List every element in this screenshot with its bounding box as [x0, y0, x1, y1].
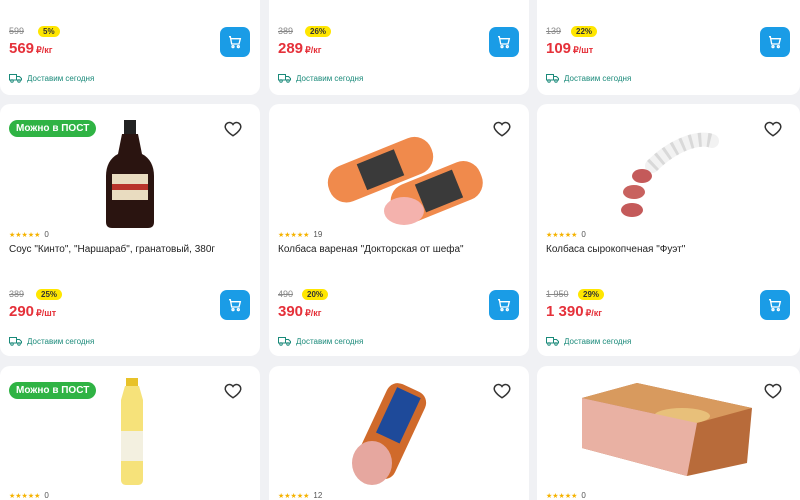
- add-to-cart-button[interactable]: [489, 290, 519, 320]
- rating: ★★★★★ 19: [278, 230, 323, 239]
- post-badge: Можно в ПОСТ: [9, 382, 97, 399]
- delivery-info: Доставим сегодня: [278, 73, 363, 83]
- truck-icon: [546, 74, 559, 83]
- add-to-cart-button[interactable]: [760, 27, 790, 57]
- stars-icon: ★★★★★: [278, 231, 310, 239]
- rating: ★★★★★ 12: [278, 491, 323, 500]
- stars-icon: ★★★★★: [278, 492, 310, 500]
- product-card[interactable]: 389 26% 289 ₽/кг Доставим сегодня: [269, 0, 529, 95]
- product-card[interactable]: Можно в ПОСТ ★★★★★ 0: [0, 366, 260, 500]
- product-title[interactable]: Колбаса вареная "Докторская от шефа": [278, 244, 464, 255]
- boiled-sausage-image: [327, 136, 483, 225]
- rating: ★★★★★ 0: [9, 491, 49, 500]
- add-to-cart-button[interactable]: [220, 27, 250, 57]
- add-to-cart-button[interactable]: [760, 290, 790, 320]
- product-card[interactable]: ★★★★★ 19 Колбаса вареная "Докторская от ш…: [269, 104, 529, 356]
- cart-icon: [498, 299, 511, 312]
- heart-icon[interactable]: [224, 382, 242, 400]
- price: 289 ₽/кг: [278, 40, 322, 57]
- cart-icon: [769, 36, 782, 49]
- product-card[interactable]: 139 22% 109 ₽/шт Доставим сегодня: [537, 0, 800, 95]
- cart-icon: [498, 36, 511, 49]
- stars-icon: ★★★★★: [546, 231, 578, 239]
- delivery-info: Доставим сегодня: [9, 336, 94, 346]
- discount-badge: 22%: [571, 26, 598, 37]
- stars-icon: ★★★★★: [9, 231, 41, 239]
- truck-icon: [278, 337, 291, 346]
- old-price: 490: [278, 289, 294, 299]
- stars-icon: ★★★★★: [546, 492, 578, 500]
- discount-badge: 20%: [302, 289, 329, 300]
- delivery-info: Доставим сегодня: [546, 73, 631, 83]
- sauce-bottle-image: [106, 120, 154, 228]
- product-card[interactable]: ★★★★★ 0 Колбаса сырокопченая "Фуэт" 1 950…: [537, 104, 800, 356]
- product-title[interactable]: Соус "Кинто", "Наршараб", гранатовый, 38…: [9, 244, 215, 255]
- product-title[interactable]: Колбаса сырокопченая "Фуэт": [546, 244, 685, 255]
- old-price: 389: [278, 26, 294, 36]
- post-badge: Можно в ПОСТ: [9, 120, 97, 137]
- truck-icon: [9, 74, 22, 83]
- heart-icon[interactable]: [764, 382, 782, 400]
- discount-badge: 5%: [38, 26, 60, 37]
- truck-icon: [278, 74, 291, 83]
- add-to-cart-button[interactable]: [220, 290, 250, 320]
- discount-badge: 25%: [36, 289, 63, 300]
- delivery-info: Доставим сегодня: [546, 336, 631, 346]
- truck-icon: [546, 337, 559, 346]
- price: 1 390 ₽/кг: [546, 303, 603, 320]
- price: 109 ₽/шт: [546, 40, 594, 57]
- delivery-info: Доставим сегодня: [9, 73, 94, 83]
- discount-badge: 26%: [305, 26, 332, 37]
- heart-icon[interactable]: [224, 120, 242, 138]
- delivery-info: Доставим сегодня: [278, 336, 363, 346]
- old-price: 139: [546, 26, 562, 36]
- smoked-meat-image: [582, 383, 752, 476]
- dry-sausage-image: [621, 132, 719, 217]
- heart-icon[interactable]: [493, 382, 511, 400]
- product-card[interactable]: 599 5% 569 ₽/кг Доставим сегодня: [0, 0, 260, 95]
- product-card[interactable]: ★★★★★ 0: [537, 366, 800, 500]
- heart-icon[interactable]: [764, 120, 782, 138]
- product-card[interactable]: Можно в ПОСТ ★★★★★ 0 Соус "Кинто", "Нарша…: [0, 104, 260, 356]
- truck-icon: [9, 337, 22, 346]
- stars-icon: ★★★★★: [9, 492, 41, 500]
- old-price: 599: [9, 26, 25, 36]
- discount-badge: 29%: [578, 289, 605, 300]
- cart-icon: [229, 299, 242, 312]
- rating: ★★★★★ 0: [546, 491, 586, 500]
- heart-icon[interactable]: [493, 120, 511, 138]
- oil-bottle-image: [121, 378, 143, 485]
- cart-icon: [769, 299, 782, 312]
- old-price: 389: [9, 289, 25, 299]
- old-price: 1 950: [546, 289, 569, 299]
- ham-roll-image: [352, 383, 427, 485]
- price: 390 ₽/кг: [278, 303, 322, 320]
- price: 569 ₽/кг: [9, 40, 53, 57]
- product-card[interactable]: ★★★★★ 12: [269, 366, 529, 500]
- rating: ★★★★★ 0: [546, 230, 586, 239]
- cart-icon: [229, 36, 242, 49]
- price: 290 ₽/шт: [9, 303, 57, 320]
- add-to-cart-button[interactable]: [489, 27, 519, 57]
- product-grid: 599 5% 569 ₽/кг Доставим сегодня 389 26% …: [0, 0, 800, 500]
- rating: ★★★★★ 0: [9, 230, 49, 239]
